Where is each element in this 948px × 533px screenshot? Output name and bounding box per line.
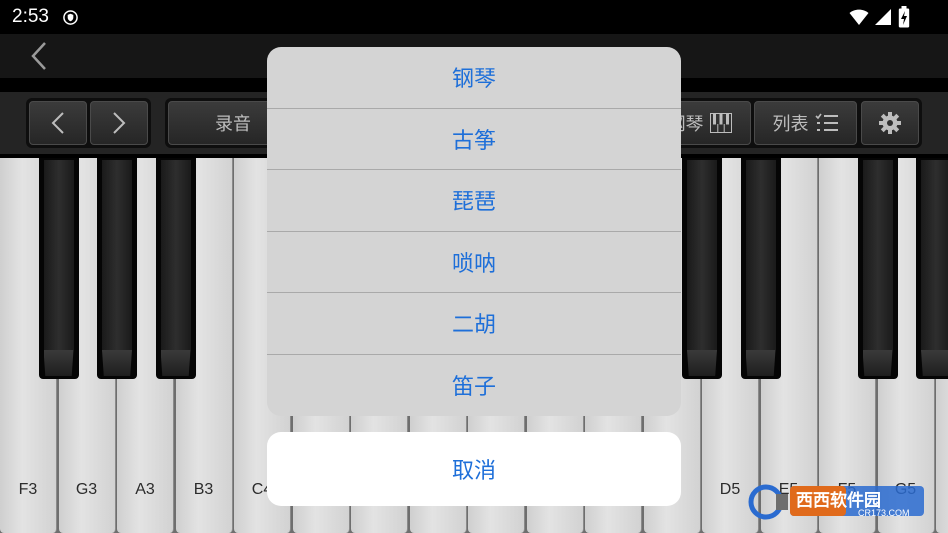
status-time: 2:53 [12,6,49,27]
instrument-option-label: 琵琶 [451,190,496,216]
piano-keys-icon [709,113,732,133]
black-key[interactable] [740,158,781,379]
gear-icon [879,112,901,134]
battery-charging-icon [898,6,910,28]
status-bar: 2:53 [0,0,948,34]
back-button[interactable] [22,38,56,74]
previous-octave-button[interactable] [29,101,87,145]
list-button[interactable]: 列表 [754,101,857,145]
instrument-option[interactable]: 琵琶 [267,170,681,232]
octave-nav-group [26,98,151,148]
instrument-option[interactable]: 唢呐 [267,232,681,293]
instrument-option[interactable]: 二胡 [267,293,681,355]
watermark-subtext: CR173.COM [858,508,910,518]
settings-button[interactable] [861,101,919,145]
instrument-option[interactable]: 笛子 [267,355,681,417]
key-label: F3 [18,481,38,498]
record-label: 录音 [215,114,251,135]
cancel-button[interactable]: 取消 [267,432,681,506]
black-key[interactable] [38,158,79,379]
options-group: 钢琴 列表 [648,98,922,148]
black-key[interactable] [916,158,948,379]
key-label: G3 [75,481,98,498]
instrument-option-label: 唢呐 [451,251,496,277]
chevron-right-icon [113,112,126,134]
instrument-option[interactable]: 古筝 [267,109,681,170]
list-label: 列表 [772,114,809,135]
signal-icon [875,9,891,25]
instrument-option-label: 二胡 [451,313,496,339]
wifi-icon [849,9,869,25]
chevron-left-icon [51,112,64,134]
next-octave-button[interactable] [90,101,148,145]
black-key[interactable] [857,158,898,379]
black-key[interactable] [682,158,722,379]
shield-icon [63,10,78,25]
black-key[interactable] [155,158,196,379]
cancel-label: 取消 [451,459,496,484]
chevron-left-icon [31,42,46,70]
key-label: A3 [135,481,155,498]
instrument-option[interactable]: 钢琴 [267,47,681,109]
instrument-option-label: 笛子 [451,375,496,401]
instrument-option-label: 古筝 [451,128,496,154]
instrument-action-sheet: 钢琴古筝琵琶唢呐二胡笛子 [267,47,681,416]
key-label: B3 [193,481,214,498]
instrument-option-label: 钢琴 [451,67,496,93]
list-icon [814,113,838,131]
black-key[interactable] [97,158,137,379]
